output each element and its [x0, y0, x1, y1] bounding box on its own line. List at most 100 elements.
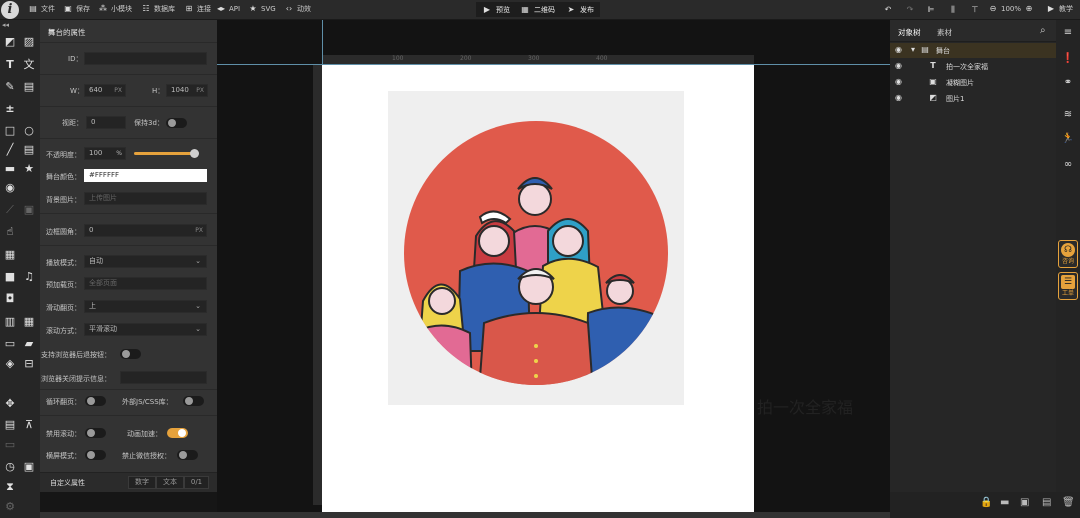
custom-tab-text[interactable]: 文本: [156, 476, 184, 489]
image-edit-icon[interactable]: ◩: [3, 35, 17, 49]
tab-object-tree[interactable]: 对象树: [898, 27, 921, 38]
star-icon[interactable]: ★: [22, 162, 36, 176]
id-input[interactable]: [84, 52, 207, 65]
move-icon[interactable]: ✥: [3, 397, 17, 411]
opacity-slider-handle[interactable]: [190, 149, 199, 158]
tutorial-button[interactable]: ▶ 教学: [1046, 4, 1073, 14]
collapse-toggle[interactable]: ◂◂: [2, 21, 9, 29]
music-icon[interactable]: ♫: [22, 270, 36, 284]
screen-icon[interactable]: ▭: [3, 337, 17, 351]
file-menu[interactable]: ▤ 文件: [28, 4, 55, 14]
height-input[interactable]: 1040 PX: [166, 84, 208, 97]
table-icon[interactable]: ▤: [3, 418, 17, 432]
menu-icon[interactable]: ≡: [1061, 26, 1075, 40]
ticket-button[interactable]: ☰ 工单: [1058, 272, 1078, 300]
video-icon[interactable]: ■: [3, 270, 17, 284]
align-top-icon[interactable]: ⊤: [970, 5, 980, 15]
stage-caption-text[interactable]: 拍一次全家福: [757, 394, 853, 418]
disable-wechat-toggle[interactable]: [177, 450, 198, 460]
brush-icon[interactable]: ⟋: [3, 203, 17, 217]
database-button[interactable]: ☷ 数据库: [141, 4, 175, 14]
comment-icon[interactable]: ▤: [1042, 497, 1051, 508]
gallery-icon[interactable]: ▣: [22, 203, 36, 217]
layer-row-image-blur[interactable]: ◉ ▣ 凝糊图片: [890, 75, 1056, 90]
edit-icon[interactable]: ✎: [3, 80, 17, 94]
folder-open-icon[interactable]: ▰: [22, 337, 36, 351]
undo-icon[interactable]: ↶: [883, 5, 893, 15]
zoom-out-icon[interactable]: ⊖: [988, 4, 998, 14]
circle-icon[interactable]: ○: [22, 124, 36, 138]
publish-button[interactable]: ➤ 发布: [560, 2, 600, 17]
paste-icon[interactable]: ▦: [22, 315, 36, 329]
list-icon[interactable]: ▤: [22, 80, 36, 94]
redo-icon[interactable]: ↷: [905, 5, 915, 15]
qrcode-button[interactable]: ▦ 二维码: [514, 2, 561, 17]
radius-input[interactable]: 0 PX: [84, 224, 207, 237]
eye-icon[interactable]: ◉: [895, 93, 902, 102]
app-logo[interactable]: i: [1, 1, 19, 19]
hourglass-icon[interactable]: ⧗: [3, 480, 17, 494]
horizontal-scrollbar[interactable]: [40, 512, 890, 518]
image-frame-icon[interactable]: ▨: [22, 35, 36, 49]
guide-line-vertical[interactable]: [322, 20, 323, 65]
zoom-in-icon[interactable]: ⊕: [1024, 4, 1034, 14]
gear-icon[interactable]: ⚙: [3, 500, 17, 514]
eye-icon[interactable]: ◉: [895, 61, 902, 70]
eye-icon[interactable]: ◉: [895, 45, 902, 54]
folder-icon[interactable]: ▬: [3, 162, 17, 176]
qr-icon[interactable]: ▦: [3, 248, 17, 262]
trash-icon[interactable]: 🗑: [1062, 497, 1075, 508]
layer-row-image-1[interactable]: ◉ ◩ 图片1: [890, 91, 1056, 106]
module-button[interactable]: ⁂ 小模块: [98, 4, 132, 14]
monitor-icon[interactable]: ▭: [3, 438, 17, 452]
bg-image-upload[interactable]: 上传图片: [84, 192, 207, 205]
layer-row-text[interactable]: ◉ T 拍一次全家福: [890, 59, 1056, 74]
anim-button[interactable]: ‹› 动效: [284, 4, 311, 14]
counter-icon[interactable]: ±: [3, 102, 17, 116]
chain-icon[interactable]: ∞: [1061, 158, 1075, 172]
preload-input[interactable]: 全部页面: [84, 277, 207, 290]
copy-icon[interactable]: ▥: [3, 315, 17, 329]
folder-icon[interactable]: ▬: [1000, 497, 1009, 508]
svg-button[interactable]: ★ SVG: [248, 4, 275, 14]
landscape-toggle[interactable]: [85, 450, 106, 460]
vote-icon[interactable]: ◘: [3, 292, 17, 306]
perspective-input[interactable]: 0: [86, 116, 126, 129]
search-icon[interactable]: ⌕: [1040, 25, 1046, 36]
keep3d-toggle[interactable]: [166, 118, 187, 128]
rect-icon[interactable]: □: [3, 124, 17, 138]
run-icon[interactable]: 🏃: [1061, 132, 1075, 146]
anim-accel-toggle[interactable]: [167, 428, 188, 438]
connect-button[interactable]: ⊞ 连接: [184, 4, 211, 14]
swipe-select[interactable]: 上 ⌄: [84, 300, 207, 313]
close-tip-input[interactable]: [120, 371, 207, 384]
preview-button[interactable]: ▶ 预览: [476, 2, 516, 17]
caret-down-icon[interactable]: ▾: [908, 45, 918, 55]
text-icon[interactable]: T: [3, 58, 17, 72]
scroll-mode-select[interactable]: 平滑滚动 ⌄: [84, 323, 207, 336]
alert-icon[interactable]: ▣: [1020, 497, 1029, 508]
stage-color-input[interactable]: #FFFFFF: [84, 169, 207, 182]
frame-icon[interactable]: ⊟: [22, 357, 36, 371]
loop-toggle[interactable]: [85, 396, 106, 406]
alert-icon[interactable]: ❗: [1061, 52, 1075, 66]
doc-icon[interactable]: ▤: [22, 143, 36, 157]
lock-icon[interactable]: 🔒: [980, 497, 992, 508]
api-button[interactable]: ◂▸ API: [216, 4, 240, 14]
layers-stack-icon[interactable]: ◈: [3, 357, 17, 371]
play-mode-select[interactable]: 自动 ⌄: [84, 255, 207, 268]
align-center-icon[interactable]: ⫼: [948, 5, 958, 15]
save-button[interactable]: ▣ 保存: [63, 4, 90, 14]
family-photo-image[interactable]: [388, 91, 684, 405]
width-input[interactable]: 640 PX: [84, 84, 126, 97]
filter-icon[interactable]: ≋: [1061, 108, 1075, 122]
eye-icon[interactable]: ◉: [895, 77, 902, 86]
tab-assets[interactable]: 素材: [937, 27, 952, 38]
disable-scroll-toggle[interactable]: [85, 428, 106, 438]
line-icon[interactable]: ╱: [3, 143, 17, 157]
easel-icon[interactable]: ⊼: [22, 418, 36, 432]
opacity-slider-track[interactable]: [134, 152, 194, 155]
touch-icon[interactable]: ☝: [3, 225, 17, 239]
consult-button[interactable]: ☊ 咨询: [1058, 240, 1078, 268]
image-icon[interactable]: ▣: [22, 460, 36, 474]
